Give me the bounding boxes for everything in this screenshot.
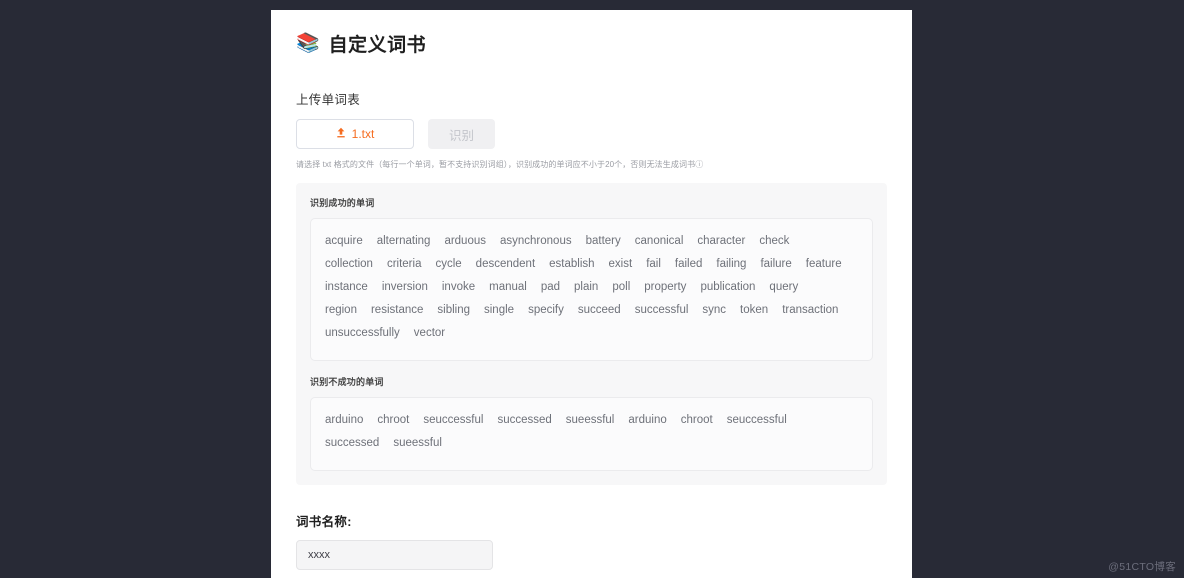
watermark: @51CTO博客: [1108, 561, 1176, 573]
word-item: inversion: [381, 281, 428, 293]
success-words-box: acquire alternating arduous asynchronous bat…: [310, 218, 873, 361]
word-item: pad: [540, 281, 561, 293]
word-item: arduino: [628, 414, 667, 426]
page-title: 📚 自定义词书: [296, 30, 887, 57]
word-item: chroot: [680, 414, 713, 426]
word-item: chroot: [377, 414, 410, 426]
custom-wordbook-page: 📚 自定义词书 上传单词表 1.txt 识别 请选择 txt 格式的文件（每行一…: [271, 10, 912, 578]
word-item: manual: [489, 281, 527, 293]
page-title-text: 自定义词书: [328, 35, 427, 56]
info-circle-icon[interactable]: ⓘ: [695, 159, 703, 170]
success-word-list: acquire alternating arduous asynchronous bat…: [325, 231, 858, 346]
word-item: acquire: [325, 235, 363, 247]
word-item: publication: [700, 281, 756, 293]
word-item: plain: [574, 281, 599, 293]
upload-row: 1.txt 识别: [296, 119, 887, 149]
word-item: successed: [497, 414, 552, 426]
word-item: unsuccessfully: [325, 327, 400, 339]
word-item: seuccessful: [423, 414, 484, 426]
word-item: failing: [716, 258, 747, 270]
word-item: arduino: [325, 414, 364, 426]
word-item: battery: [585, 235, 621, 247]
word-item: cycle: [435, 258, 462, 270]
uploaded-file-name: 1.txt: [351, 127, 375, 141]
recognition-results-panel: 识别成功的单词 acquire alternating arduous asynchr…: [296, 183, 887, 485]
word-item: failed: [674, 258, 703, 270]
word-item: successful: [634, 304, 689, 316]
word-item: sueessful: [565, 414, 615, 426]
upload-hint-text: 请选择 txt 格式的文件（每行一个单词，暂不支持识别词组），识别成功的单词应不…: [296, 160, 696, 169]
success-words-title: 识别成功的单词: [310, 198, 375, 208]
word-item: sync: [702, 304, 727, 316]
word-item: specify: [528, 304, 564, 316]
upload-file-button[interactable]: 1.txt: [296, 119, 414, 149]
word-item: seuccessful: [726, 414, 787, 426]
word-item: vector: [413, 327, 446, 339]
word-item: check: [759, 235, 790, 247]
word-item: instance: [325, 281, 368, 293]
word-item: failure: [760, 258, 792, 270]
upload-arrow-icon: [336, 127, 346, 141]
word-item: sueessful: [393, 437, 442, 449]
word-item: exist: [608, 258, 633, 270]
word-item: transaction: [782, 304, 839, 316]
upload-section-label: 上传单词表: [296, 93, 361, 107]
word-item: canonical: [634, 235, 684, 247]
word-item: invoke: [441, 281, 476, 293]
word-item: arduous: [444, 235, 486, 247]
wordbook-name-label: 词书名称:: [296, 515, 352, 529]
word-item: region: [325, 304, 357, 316]
recognize-button[interactable]: 识别: [428, 119, 495, 149]
word-item: asynchronous: [500, 235, 572, 247]
word-item: succeed: [577, 304, 621, 316]
word-item: poll: [612, 281, 631, 293]
upload-hint: 请选择 txt 格式的文件（每行一个单词，暂不支持识别词组），识别成功的单词应不…: [296, 159, 887, 170]
word-item: feature: [805, 258, 842, 270]
word-item: descendent: [475, 258, 536, 270]
failure-word-list: arduino chroot seuccessful successed sueessf…: [325, 410, 858, 456]
word-item: establish: [549, 258, 595, 270]
word-item: collection: [325, 258, 373, 270]
word-item: successed: [325, 437, 380, 449]
books-icon: 📚: [296, 33, 320, 54]
failure-words-box: arduino chroot seuccessful successed sueessf…: [310, 397, 873, 471]
word-item: single: [484, 304, 515, 316]
word-item: fail: [646, 258, 661, 270]
word-item: sibling: [437, 304, 470, 316]
word-item: criteria: [386, 258, 422, 270]
failure-words-title: 识别不成功的单词: [310, 377, 384, 387]
word-item: alternating: [376, 235, 431, 247]
word-item: resistance: [370, 304, 424, 316]
word-item: query: [769, 281, 799, 293]
word-item: token: [740, 304, 769, 316]
word-item: character: [697, 235, 746, 247]
word-item: property: [644, 281, 687, 293]
wordbook-name-input[interactable]: [296, 540, 493, 570]
